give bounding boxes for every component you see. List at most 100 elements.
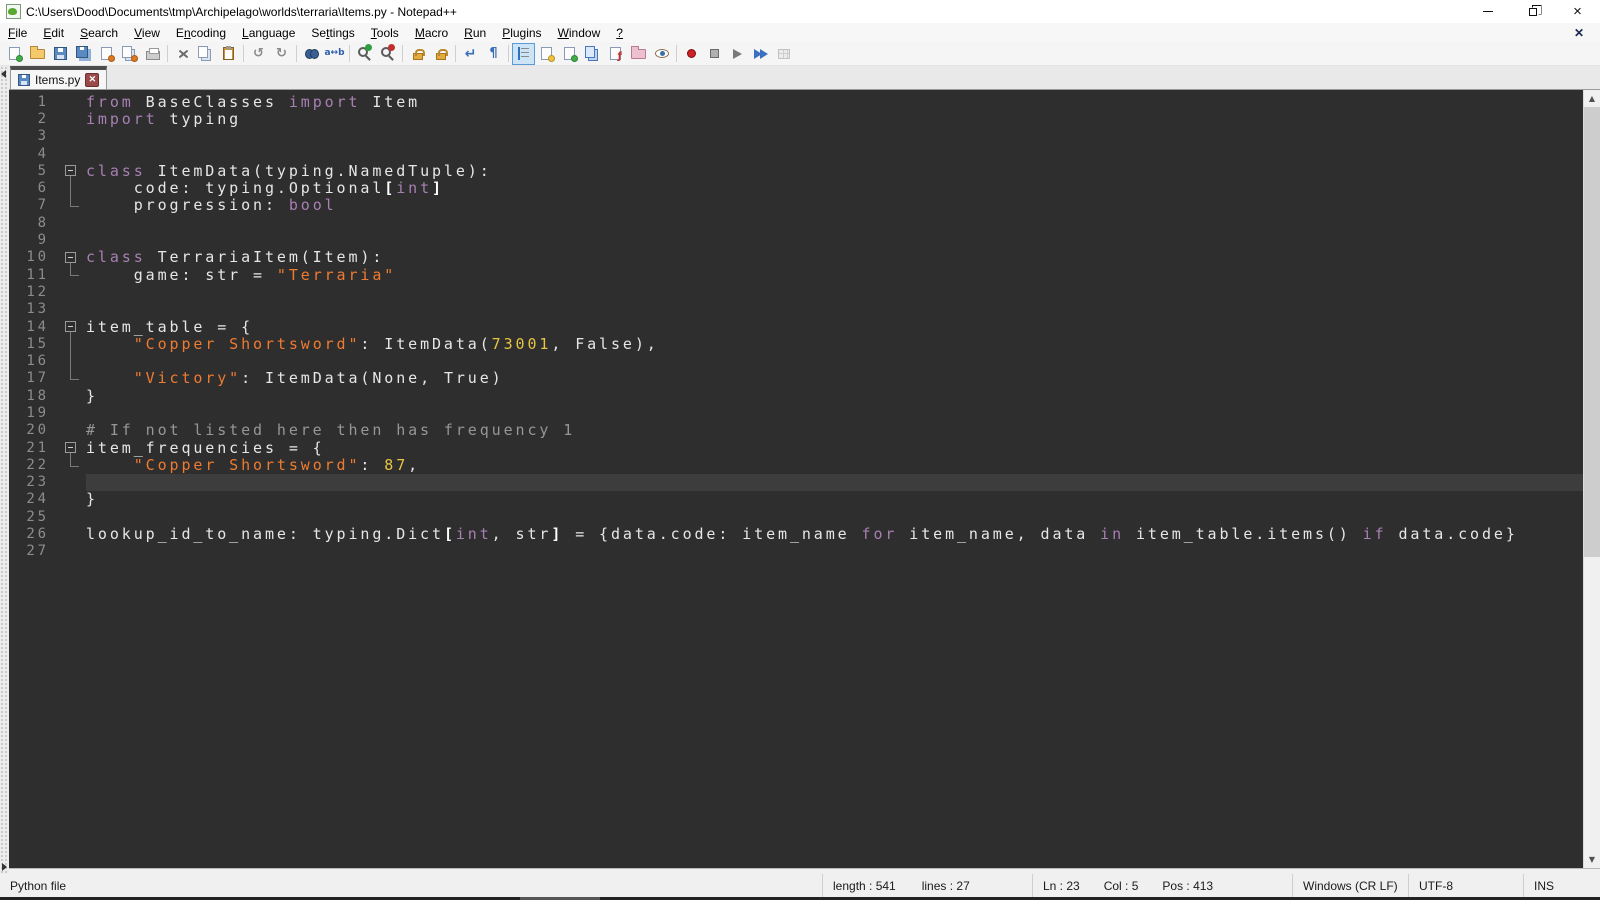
code-line-9[interactable]: 9 xyxy=(9,231,1583,248)
code-line-14[interactable]: 14 item_table = { xyxy=(9,318,1583,335)
code-line-15[interactable]: 15 "Copper Shortsword": ItemData(73001, … xyxy=(9,335,1583,352)
open-file-button[interactable] xyxy=(26,43,49,65)
redo-button[interactable]: ↻ xyxy=(270,43,293,65)
show-all-characters-button[interactable]: ¶ xyxy=(482,43,505,65)
code-line-25[interactable]: 25 xyxy=(9,508,1583,525)
code-text[interactable]: "Victory": ItemData(None, True) xyxy=(86,370,1583,387)
code-text[interactable]: class ItemData(typing.NamedTuple): xyxy=(86,162,1583,179)
line-number[interactable]: 13 xyxy=(9,301,57,317)
code-text[interactable]: item_table = { xyxy=(86,318,1583,335)
fold-collapse-icon[interactable] xyxy=(65,442,76,453)
code-text[interactable] xyxy=(86,231,1583,248)
code-text[interactable] xyxy=(86,508,1583,525)
vertical-scroll-track[interactable] xyxy=(1584,107,1600,851)
fold-margin-collapse[interactable] xyxy=(57,439,86,456)
code-text[interactable]: class TerrariaItem(Item): xyxy=(86,249,1583,266)
show-indent-guide-button[interactable] xyxy=(512,43,535,65)
line-number[interactable]: 5 xyxy=(9,163,57,179)
line-number[interactable]: 23 xyxy=(9,474,57,490)
code-line-13[interactable]: 13 xyxy=(9,301,1583,318)
macro-run-multiple-button[interactable] xyxy=(749,43,772,65)
zoom-in-button[interactable] xyxy=(353,43,376,65)
close-all-button[interactable] xyxy=(118,43,141,65)
code-text[interactable]: item_frequencies = { xyxy=(86,439,1583,456)
line-number[interactable]: 9 xyxy=(9,232,57,248)
fold-margin-collapse[interactable] xyxy=(57,162,86,179)
menu-help[interactable]: ? xyxy=(608,24,631,42)
doc-switcher-button[interactable] xyxy=(535,43,558,65)
close-document-icon[interactable]: ✕ xyxy=(1574,26,1584,40)
tab-items-py[interactable]: Items.py ✕ xyxy=(10,66,107,89)
tab-close-icon[interactable]: ✕ xyxy=(85,73,99,87)
code-line-6[interactable]: 6 code: typing.Optional[int] xyxy=(9,179,1583,196)
code-line-2[interactable]: 2import typing xyxy=(9,110,1583,127)
code-line-5[interactable]: 5 class ItemData(typing.NamedTuple): xyxy=(9,162,1583,179)
line-number[interactable]: 19 xyxy=(9,405,57,421)
code-line-23[interactable]: 23 xyxy=(9,474,1583,491)
monitoring-button[interactable] xyxy=(650,43,673,65)
code-line-11[interactable]: 11 game: str = "Terraria" xyxy=(9,266,1583,283)
menu-search[interactable]: Search xyxy=(72,24,126,42)
code-text[interactable] xyxy=(86,543,1583,560)
cut-button[interactable] xyxy=(171,43,194,65)
collapse-left-arrow-icon[interactable] xyxy=(1,70,6,78)
code-line-22[interactable]: 22 "Copper Shortsword": 87, xyxy=(9,456,1583,473)
menu-tools[interactable]: Tools xyxy=(363,24,407,42)
code-text[interactable] xyxy=(86,145,1583,162)
line-number[interactable]: 2 xyxy=(9,111,57,127)
menu-macro[interactable]: Macro xyxy=(407,24,456,42)
code-line-1[interactable]: 1from BaseClasses import Item xyxy=(9,93,1583,110)
line-number[interactable]: 10 xyxy=(9,249,57,265)
line-number[interactable]: 14 xyxy=(9,319,57,335)
menu-edit[interactable]: Edit xyxy=(35,24,72,42)
line-number[interactable]: 12 xyxy=(9,284,57,300)
code-line-27[interactable]: 27 xyxy=(9,543,1583,560)
code-line-8[interactable]: 8 xyxy=(9,214,1583,231)
save-all-button[interactable] xyxy=(72,43,95,65)
menu-settings[interactable]: Settings xyxy=(303,24,362,42)
code-text[interactable]: lookup_id_to_name: typing.Dict[int, str]… xyxy=(86,525,1583,542)
sync-horizontal-scrolling-button[interactable] xyxy=(429,43,452,65)
code-editor[interactable]: 1from BaseClasses import Item2import typ… xyxy=(9,90,1583,868)
line-number[interactable]: 24 xyxy=(9,491,57,507)
line-number[interactable]: 26 xyxy=(9,526,57,542)
macro-save-button[interactable] xyxy=(772,43,795,65)
code-line-17[interactable]: 17 "Victory": ItemData(None, True) xyxy=(9,370,1583,387)
macro-stop-button[interactable] xyxy=(703,43,726,65)
menu-view[interactable]: View xyxy=(126,24,168,42)
code-text[interactable] xyxy=(86,283,1583,300)
code-text[interactable]: code: typing.Optional[int] xyxy=(86,179,1583,196)
replace-button[interactable]: a↔b xyxy=(323,43,346,65)
line-number[interactable]: 6 xyxy=(9,180,57,196)
code-line-7[interactable]: 7 progression: bool xyxy=(9,197,1583,214)
code-line-24[interactable]: 24} xyxy=(9,491,1583,508)
code-text[interactable]: } xyxy=(86,387,1583,404)
code-line-10[interactable]: 10 class TerrariaItem(Item): xyxy=(9,249,1583,266)
code-text[interactable] xyxy=(86,352,1583,369)
folder-as-workspace-button[interactable] xyxy=(627,43,650,65)
restore-button[interactable] xyxy=(1510,0,1555,23)
status-insert-mode[interactable]: INS xyxy=(1523,874,1600,897)
document-map-button[interactable] xyxy=(558,43,581,65)
minimize-button[interactable] xyxy=(1465,0,1510,23)
line-number[interactable]: 8 xyxy=(9,215,57,231)
new-file-button[interactable] xyxy=(3,43,26,65)
menu-window[interactable]: Window xyxy=(550,24,609,42)
macro-play-button[interactable] xyxy=(726,43,749,65)
code-text[interactable]: "Copper Shortsword": ItemData(73001, Fal… xyxy=(86,335,1583,352)
line-number[interactable]: 17 xyxy=(9,370,57,386)
fold-collapse-icon[interactable] xyxy=(65,321,76,332)
fold-collapse-icon[interactable] xyxy=(65,252,76,263)
line-number[interactable]: 20 xyxy=(9,422,57,438)
code-line-12[interactable]: 12 xyxy=(9,283,1583,300)
close-button[interactable]: × xyxy=(1555,0,1600,23)
menu-language[interactable]: Language xyxy=(234,24,303,42)
find-button[interactable] xyxy=(300,43,323,65)
docked-panel-grip[interactable] xyxy=(0,66,9,874)
word-wrap-button[interactable]: ↵ xyxy=(459,43,482,65)
paste-button[interactable] xyxy=(217,43,240,65)
line-number[interactable]: 27 xyxy=(9,543,57,559)
line-number[interactable]: 22 xyxy=(9,457,57,473)
scroll-down-button[interactable]: ▼ xyxy=(1584,851,1600,868)
fold-margin-collapse[interactable] xyxy=(57,318,86,335)
